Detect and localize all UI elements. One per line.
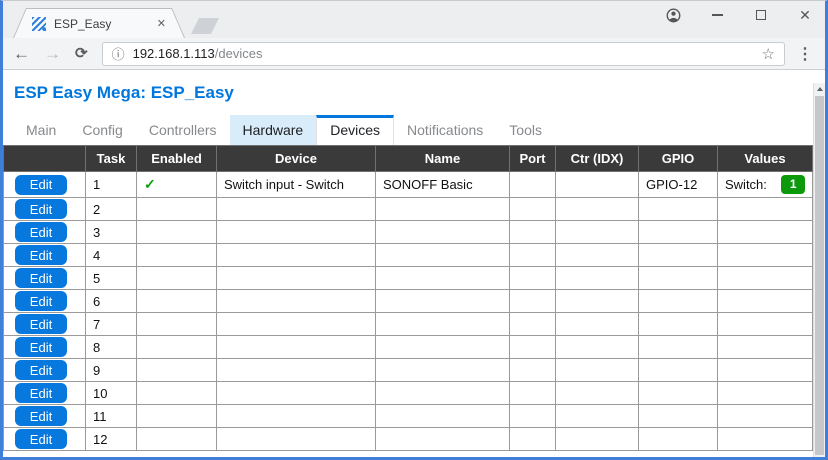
table-header-row: Task Enabled Device Name Port Ctr (IDX) … [4,146,813,172]
browser-toolbar: ← → ⟳ ⓘ 192.168.1.113/devices ☆ ⋮ [3,38,825,70]
edit-button-task-3[interactable]: Edit [15,222,67,242]
tab-hardware[interactable]: Hardware [230,115,317,145]
table-row: Edit 12 [4,428,813,451]
espeasy-favicon-icon [32,17,46,31]
device-type: Switch input - Switch [217,172,376,198]
minimize-icon [712,14,723,16]
bookmark-star-icon[interactable]: ☆ [762,45,775,63]
browser-menu-icon[interactable]: ⋮ [797,44,813,64]
edit-button-task-4[interactable]: Edit [15,245,67,265]
tab-main[interactable]: Main [13,115,69,145]
tab-notifications[interactable]: Notifications [394,115,496,145]
edit-button-task-12[interactable]: Edit [15,429,67,449]
table-row: Edit 6 [4,290,813,313]
edit-button-task-2[interactable]: Edit [15,199,67,219]
col-gpio: GPIO [639,146,718,172]
tab-config[interactable]: Config [69,115,135,145]
refresh-button[interactable]: ⟳ [75,46,88,61]
close-icon: ✕ [799,8,811,22]
col-values: Values [718,146,813,172]
task-number: 2 [86,198,137,221]
tab-devices[interactable]: Devices [316,115,394,145]
maximize-button[interactable] [753,6,769,24]
col-device: Device [217,146,376,172]
nav-tab-bar: Main Config Controllers Hardware Devices… [13,115,825,145]
scroll-up-icon[interactable] [817,87,823,91]
edit-button-task-5[interactable]: Edit [15,268,67,288]
col-ctr-idx: Ctr (IDX) [556,146,639,172]
table-row: Edit 1 ✓ Switch input - Switch SONOFF Ba… [4,172,813,198]
edit-button-task-6[interactable]: Edit [15,291,67,311]
table-row: Edit 10 [4,382,813,405]
table-row: Edit 4 [4,244,813,267]
task-number: 10 [86,382,137,405]
task-number: 12 [86,428,137,451]
minimize-button[interactable] [709,6,725,24]
value-name: Switch: [725,177,767,192]
device-values: Switch: 1 [718,175,812,194]
col-port: Port [510,146,556,172]
tab-tools[interactable]: Tools [496,115,555,145]
edit-button-task-8[interactable]: Edit [15,337,67,357]
tab-close-icon[interactable]: ✕ [157,17,166,30]
edit-button-task-7[interactable]: Edit [15,314,67,334]
device-name: SONOFF Basic [376,172,510,198]
device-port [510,172,556,198]
new-tab-button[interactable] [191,18,219,34]
edit-button-task-1[interactable]: Edit [15,175,67,195]
task-number: 6 [86,290,137,313]
edit-button-task-9[interactable]: Edit [15,360,67,380]
page-content: ESP Easy Mega: ESP_Easy Main Config Cont… [3,83,825,460]
browser-tab[interactable]: ESP_Easy ✕ [13,8,185,38]
table-row: Edit 3 [4,221,813,244]
forward-button[interactable]: → [44,45,61,62]
table-row: Edit 5 [4,267,813,290]
close-window-button[interactable]: ✕ [797,6,813,24]
task-number: 9 [86,359,137,382]
page-scrollbar[interactable] [813,83,825,460]
col-edit [4,146,86,172]
scrollbar-thumb[interactable] [815,96,824,455]
table-row: Edit 2 [4,198,813,221]
switch-state-badge: 1 [781,175,805,194]
browser-tab-strip: ESP_Easy ✕ ✕ [3,1,825,38]
task-number: 1 [86,172,137,198]
url-text: 192.168.1.113/devices [133,46,263,61]
edit-button-task-10[interactable]: Edit [15,383,67,403]
tab-title: ESP_Easy [54,17,111,31]
maximize-icon [756,10,766,20]
task-number: 5 [86,267,137,290]
page-info-icon[interactable]: ⓘ [112,44,125,63]
address-bar[interactable]: ⓘ 192.168.1.113/devices ☆ [102,42,785,66]
col-name: Name [376,146,510,172]
back-button[interactable]: ← [13,45,30,62]
enabled-check-icon: ✓ [137,172,217,198]
col-task: Task [86,146,137,172]
table-row: Edit 7 [4,313,813,336]
device-ctr [556,172,639,198]
page-title: ESP Easy Mega: ESP_Easy [14,83,825,103]
task-number: 7 [86,313,137,336]
col-enabled: Enabled [137,146,217,172]
profile-icon[interactable] [665,6,681,24]
table-row: Edit 9 [4,359,813,382]
task-number: 11 [86,405,137,428]
url-path: /devices [215,46,263,61]
device-gpio: GPIO-12 [639,172,718,198]
edit-button-task-11[interactable]: Edit [15,406,67,426]
url-host: 192.168.1.113 [133,46,215,61]
task-number: 3 [86,221,137,244]
table-row: Edit 11 [4,405,813,428]
task-number: 8 [86,336,137,359]
table-row: Edit 8 [4,336,813,359]
task-number: 4 [86,244,137,267]
tab-controllers[interactable]: Controllers [136,115,230,145]
browser-window: ESP_Easy ✕ ✕ ← → ⟳ ⓘ 192.168.1.113/devic… [0,0,828,460]
devices-table: Task Enabled Device Name Port Ctr (IDX) … [3,145,813,451]
